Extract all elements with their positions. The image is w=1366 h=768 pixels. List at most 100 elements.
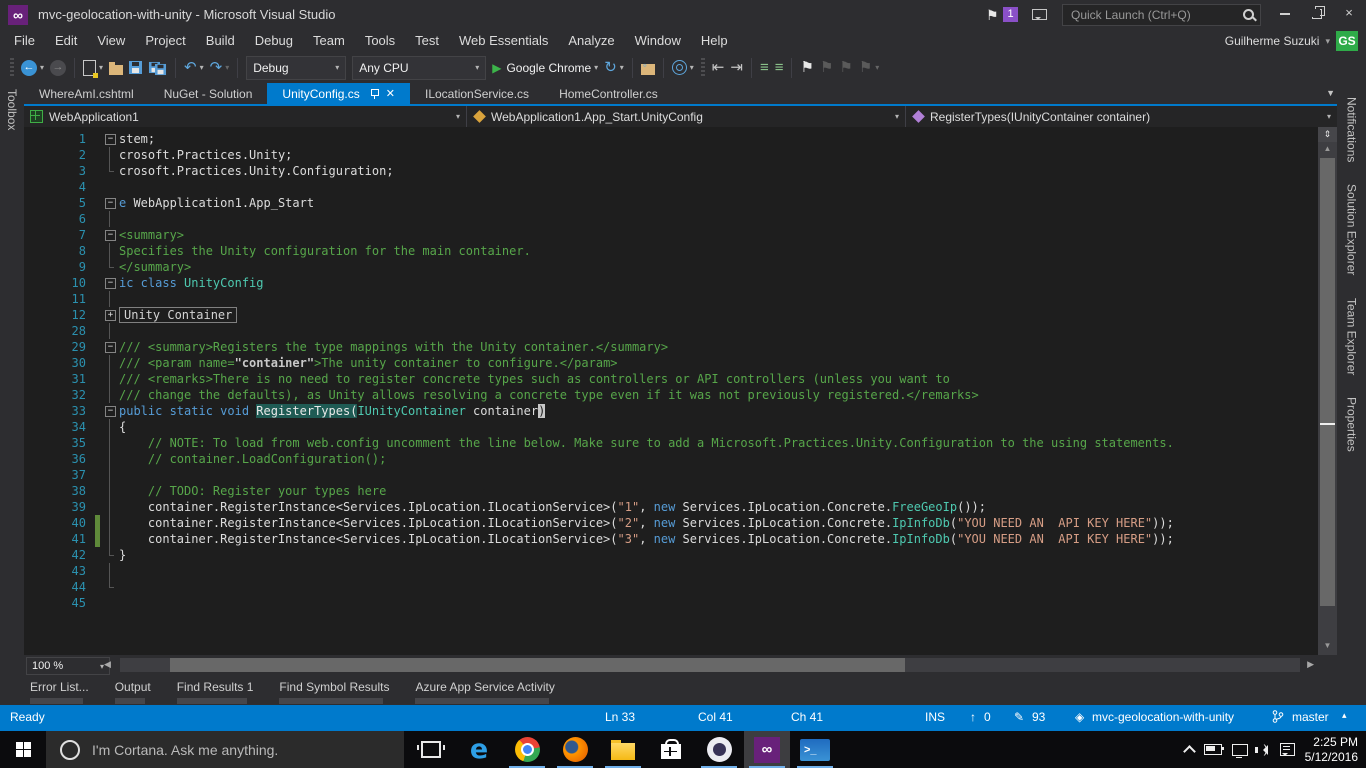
platform-dropdown[interactable]: Any CPU▾: [352, 56, 486, 80]
menu-item-web-essentials[interactable]: Web Essentials: [449, 30, 558, 52]
feedback-icon[interactable]: [1032, 9, 1047, 20]
code-line[interactable]: 41 container.RegisterInstance<Services.I…: [24, 531, 1318, 547]
taskbar-clock[interactable]: 2:25 PM 5/12/2016: [1305, 735, 1358, 765]
scroll-down-arrow[interactable]: ▼: [1318, 641, 1337, 653]
code-line[interactable]: 37: [24, 467, 1318, 483]
menu-item-file[interactable]: File: [4, 30, 45, 52]
restore-button[interactable]: [1302, 0, 1332, 26]
fold-margin[interactable]: [101, 259, 119, 275]
menu-item-build[interactable]: Build: [196, 30, 245, 52]
notifications-flag-icon[interactable]: ⚑: [986, 7, 999, 24]
fold-margin[interactable]: [101, 547, 119, 563]
scroll-up-arrow[interactable]: ▲: [1318, 144, 1337, 156]
member-dropdown[interactable]: RegisterTypes(IUnityContainer container)…: [906, 106, 1337, 127]
refresh-button[interactable]: ↻▾: [601, 56, 627, 80]
quick-launch-input[interactable]: [1069, 6, 1233, 24]
task-view-button[interactable]: [408, 731, 454, 768]
undo-button[interactable]: ↶▾: [181, 56, 207, 80]
pending-edits-icon[interactable]: ✎: [1014, 710, 1024, 724]
fold-margin[interactable]: [101, 499, 119, 515]
fold-margin[interactable]: [101, 467, 119, 483]
save-all-button[interactable]: [145, 56, 170, 80]
tray-expand-icon[interactable]: [1185, 745, 1194, 754]
fold-margin[interactable]: [101, 211, 119, 227]
save-button[interactable]: [126, 56, 145, 80]
volume-icon[interactable]: [1258, 745, 1268, 755]
tab-whereami-cshtml[interactable]: WhereAmI.cshtml: [24, 83, 149, 104]
fold-margin[interactable]: [101, 163, 119, 179]
code-line[interactable]: 9 /// </summary>: [24, 259, 1318, 275]
user-name[interactable]: Guilherme Suzuki: [1225, 34, 1320, 48]
visual-studio-button[interactable]: ∞: [744, 731, 790, 768]
menu-item-debug[interactable]: Debug: [245, 30, 303, 52]
code-line[interactable]: 34 {: [24, 419, 1318, 435]
start-debug-button[interactable]: ▶ Google Chrome ▾: [489, 56, 601, 80]
panel-tab-output[interactable]: Output: [115, 680, 151, 694]
sidebar-tab-notifications[interactable]: Notifications: [1345, 97, 1359, 162]
branch-name[interactable]: master: [1292, 710, 1329, 724]
sidebar-tab-solution-explorer[interactable]: Solution Explorer: [1345, 184, 1359, 275]
project-dropdown[interactable]: WebApplication1▾: [24, 106, 467, 127]
fold-margin[interactable]: [101, 563, 119, 579]
code-line[interactable]: 8 /// Specifies the Unity configuration …: [24, 243, 1318, 259]
debug-configuration-dropdown[interactable]: Debug▾: [246, 56, 346, 80]
collapse-icon[interactable]: −: [105, 406, 116, 417]
toolbar-grip[interactable]: [10, 58, 14, 78]
menu-item-project[interactable]: Project: [135, 30, 195, 52]
github-button[interactable]: [696, 731, 742, 768]
code-line[interactable]: 45: [24, 595, 1318, 611]
navigate-back-button[interactable]: ←▾: [18, 56, 47, 80]
network-icon[interactable]: [1232, 744, 1248, 756]
file-explorer-button[interactable]: [600, 731, 646, 768]
editor-horizontal-scrollbar[interactable]: [120, 658, 1300, 672]
chrome-button[interactable]: [504, 731, 550, 768]
code-line[interactable]: 30 /// <param name="container">The unity…: [24, 355, 1318, 371]
fold-margin[interactable]: [101, 595, 119, 611]
code-line[interactable]: 12+ Unity Container: [24, 307, 1318, 323]
code-line[interactable]: 6{: [24, 211, 1318, 227]
fold-margin[interactable]: −: [101, 275, 119, 291]
collapse-icon[interactable]: −: [105, 230, 116, 241]
powershell-button[interactable]: >_: [792, 731, 838, 768]
code-line[interactable]: 33− public static void RegisterTypes(IUn…: [24, 403, 1318, 419]
battery-icon[interactable]: [1204, 744, 1222, 755]
notification-count-badge[interactable]: 1: [1003, 7, 1018, 22]
increase-indent-button[interactable]: ⇥: [727, 56, 746, 80]
panel-tab-find-results-1[interactable]: Find Results 1: [177, 680, 254, 694]
pending-edits-count[interactable]: 93: [1032, 710, 1045, 724]
fold-margin[interactable]: [101, 323, 119, 339]
code-line[interactable]: 40 container.RegisterInstance<Services.I…: [24, 515, 1318, 531]
next-bookmark-button[interactable]: ⚑: [836, 56, 855, 80]
panel-tab-error-list-[interactable]: Error List...: [30, 680, 89, 694]
fold-margin[interactable]: [101, 179, 119, 195]
open-file-button[interactable]: [106, 56, 126, 80]
code-line[interactable]: 10− public class UnityConfig: [24, 275, 1318, 291]
code-line[interactable]: 35 // NOTE: To load from web.config unco…: [24, 435, 1318, 451]
menu-item-tools[interactable]: Tools: [355, 30, 405, 52]
prev-bookmark-button[interactable]: ⚑: [817, 56, 836, 80]
editor-zoom-dropdown[interactable]: 100 %▾: [26, 657, 110, 675]
tab-nuget-solution[interactable]: NuGet - Solution: [149, 83, 268, 104]
code-line[interactable]: 2using Microsoft.Practices.Unity;: [24, 147, 1318, 163]
fold-margin[interactable]: [101, 371, 119, 387]
fold-margin[interactable]: [101, 579, 119, 595]
collapse-icon[interactable]: −: [105, 198, 116, 209]
sidebar-tab-team-explorer[interactable]: Team Explorer: [1345, 298, 1359, 375]
store-button[interactable]: [648, 731, 694, 768]
code-line[interactable]: 5−namespace WebApplication1.App_Start: [24, 195, 1318, 211]
collapse-icon[interactable]: −: [105, 134, 116, 145]
code-editor[interactable]: 1−using System;2using Microsoft.Practice…: [24, 127, 1318, 655]
start-button[interactable]: [0, 731, 46, 768]
pin-icon[interactable]: [370, 89, 378, 99]
collapse-icon[interactable]: −: [105, 342, 116, 353]
fold-margin[interactable]: [101, 147, 119, 163]
fold-margin[interactable]: −: [101, 227, 119, 243]
tab-ilocationservice-cs[interactable]: ILocationService.cs: [410, 83, 544, 104]
user-avatar[interactable]: GS: [1336, 31, 1358, 51]
code-line[interactable]: 38 // TODO: Register your types here: [24, 483, 1318, 499]
fold-margin[interactable]: [101, 387, 119, 403]
clear-bookmarks-button[interactable]: ⚑▾: [856, 56, 882, 80]
fold-margin[interactable]: [101, 435, 119, 451]
fold-margin[interactable]: [101, 355, 119, 371]
code-line[interactable]: 43: [24, 563, 1318, 579]
